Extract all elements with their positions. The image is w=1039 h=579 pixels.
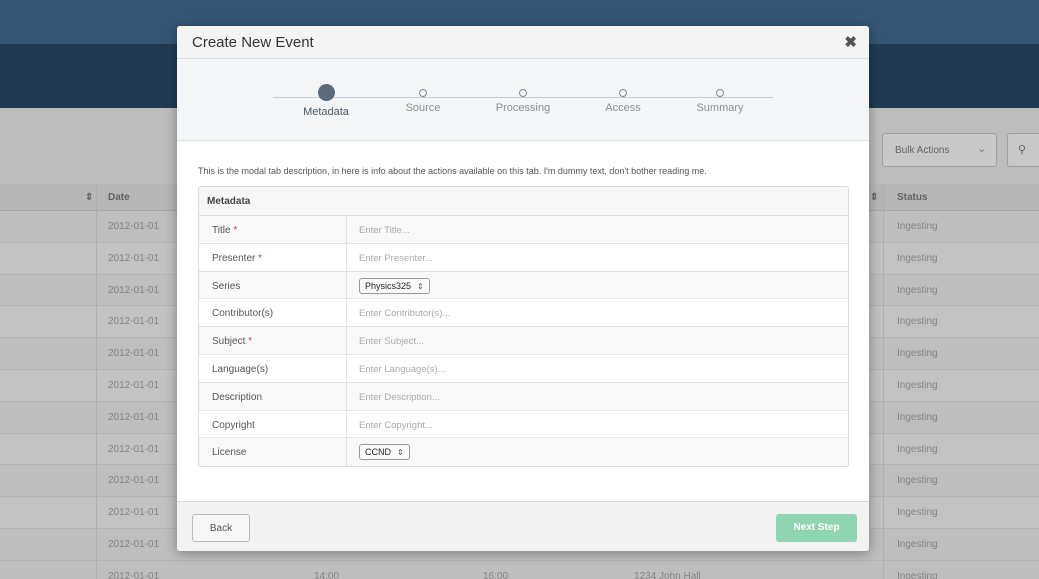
label-text: Subject xyxy=(212,336,246,348)
subject-input[interactable]: Enter Subject... xyxy=(347,327,848,354)
field-label: License xyxy=(199,438,347,467)
field-label: Series xyxy=(199,271,347,299)
step-label: Source xyxy=(405,102,441,114)
field-label: Subject * xyxy=(199,327,347,354)
copyright-input[interactable]: Enter Copyright... xyxy=(347,411,848,438)
modal-footer: Back Next Step xyxy=(177,501,869,551)
step-source[interactable]: Source xyxy=(373,84,473,114)
series-field: Physics325 ⇕ xyxy=(347,272,848,299)
step-access[interactable]: Access xyxy=(573,84,673,114)
updown-icon: ⇕ xyxy=(397,448,404,458)
required-marker: * xyxy=(248,336,253,348)
series-select[interactable]: Physics325 ⇕ xyxy=(359,277,430,294)
field-label: Description xyxy=(199,382,347,410)
license-select-value: CCND xyxy=(365,447,391,458)
field-label: Presenter * xyxy=(199,243,347,271)
back-button[interactable]: Back xyxy=(192,514,250,542)
step-dot-active xyxy=(317,84,335,101)
close-icon[interactable]: ✖ xyxy=(844,33,857,51)
step-metadata[interactable]: Metadata xyxy=(276,84,376,118)
step-dot xyxy=(419,89,427,97)
field-row-description: Description Enter Description... xyxy=(199,382,848,411)
field-row-series: Series Physics325 ⇕ xyxy=(199,271,848,300)
panel-title: Metadata xyxy=(199,187,848,216)
next-step-button[interactable]: Next Step xyxy=(776,514,857,542)
step-label: Access xyxy=(605,102,641,114)
field-row-title: Title * Enter Title... xyxy=(199,216,848,244)
step-processing[interactable]: Processing xyxy=(473,84,573,114)
step-dot xyxy=(716,89,724,97)
label-text: Title xyxy=(212,225,231,236)
presenter-input[interactable]: Enter Presenter... xyxy=(347,244,848,271)
license-field: CCND ⇕ xyxy=(347,438,848,466)
contributors-input[interactable]: Enter Contributor(s)... xyxy=(347,299,848,326)
field-label: Language(s) xyxy=(199,354,347,382)
field-row-copyright: Copyright Enter Copyright... xyxy=(199,410,848,439)
modal-title: Create New Event xyxy=(192,34,314,51)
field-label: Title * xyxy=(199,216,347,243)
field-row-subject: Subject * Enter Subject... xyxy=(199,327,848,355)
field-label: Copyright xyxy=(199,410,347,438)
step-summary[interactable]: Summary xyxy=(670,84,770,114)
modal-body: This is the modal tab description, in he… xyxy=(177,141,869,468)
field-row-languages: Language(s) Enter Language(s)... xyxy=(199,354,848,383)
step-label: Processing xyxy=(495,102,551,114)
modal-header: Create New Event ✖ xyxy=(177,26,869,59)
required-marker: * xyxy=(233,225,238,236)
step-dot xyxy=(619,89,627,97)
create-event-modal: Create New Event ✖ Metadata Source Proce… xyxy=(177,26,869,551)
tab-description: This is the modal tab description, in he… xyxy=(198,166,707,176)
step-label: Metadata xyxy=(303,106,349,118)
label-text: Presenter xyxy=(212,252,256,264)
metadata-panel: Metadata Title * Enter Title... Presente… xyxy=(198,186,849,468)
field-row-contributors: Contributor(s) Enter Contributor(s)... xyxy=(199,299,848,328)
required-marker: * xyxy=(258,252,263,264)
step-dot xyxy=(519,89,527,97)
wizard-steps: Metadata Source Processing Access Summar… xyxy=(177,59,869,141)
updown-icon: ⇕ xyxy=(417,281,424,291)
field-label: Contributor(s) xyxy=(199,299,347,327)
field-row-license: License CCND ⇕ xyxy=(199,438,848,467)
series-select-value: Physics325 xyxy=(365,280,412,291)
license-select[interactable]: CCND ⇕ xyxy=(359,444,410,461)
step-label: Summary xyxy=(696,102,744,114)
languages-input[interactable]: Enter Language(s)... xyxy=(347,355,848,382)
field-row-presenter: Presenter * Enter Presenter... xyxy=(199,243,848,272)
description-input[interactable]: Enter Description... xyxy=(347,383,848,410)
title-input[interactable]: Enter Title... xyxy=(347,216,848,243)
